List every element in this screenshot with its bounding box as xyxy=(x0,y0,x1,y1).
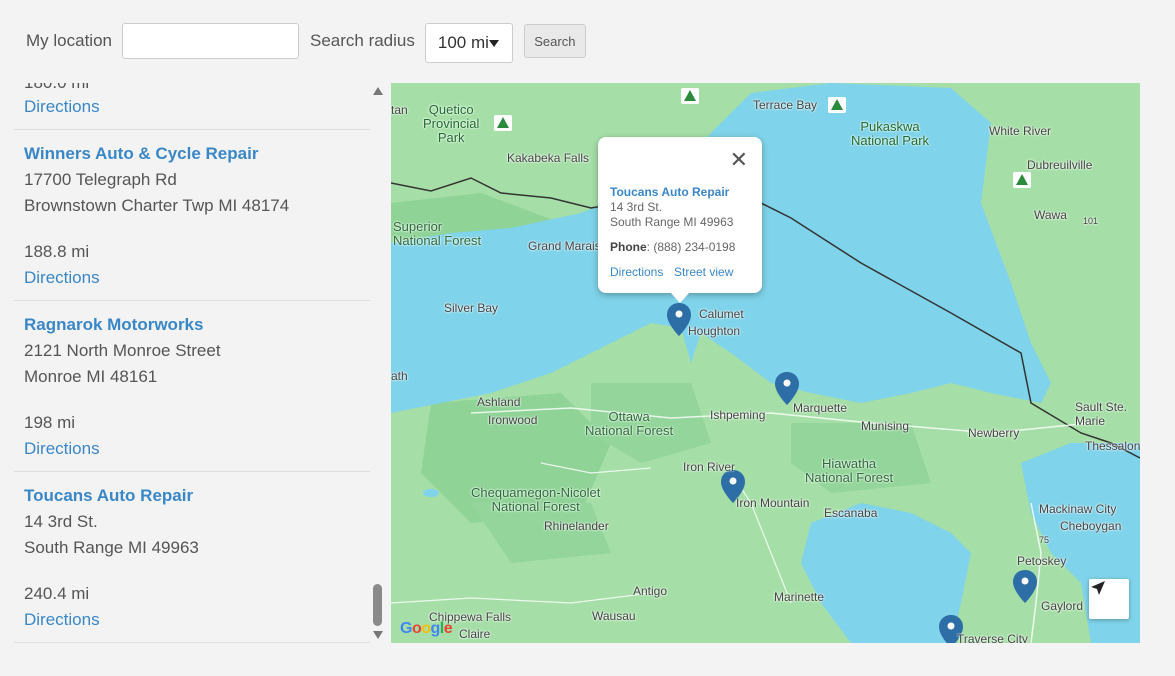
close-icon[interactable]: ✕ xyxy=(730,149,748,171)
list-item[interactable]: Toucans Auto Repair 14 3rd St. South Ran… xyxy=(14,472,370,643)
lake xyxy=(939,267,963,279)
phone-label: Phone xyxy=(610,240,647,254)
map-label: Rhinelander xyxy=(544,519,609,533)
map-label: Terrace Bay xyxy=(753,98,818,112)
store-address-line2: Monroe MI 48161 xyxy=(24,367,158,386)
map-label: Pukaskwa National Park xyxy=(851,119,930,148)
directions-link[interactable]: Directions xyxy=(24,439,100,459)
map-label: Traverse City xyxy=(957,632,1028,643)
popup-phone: Phone: (888) 234-0198 xyxy=(610,240,735,254)
search-bar: My location Search radius 100 mi Search xyxy=(14,12,1140,70)
map-label: Gaylord xyxy=(1041,599,1084,613)
map-label: Sault Ste. Marie xyxy=(1075,400,1128,428)
map-label: Thessalon xyxy=(1085,439,1140,453)
map[interactable]: tan Quetico Provincial Park Terrace Bay … xyxy=(391,83,1140,643)
store-address-line1: 17700 Telegraph Rd xyxy=(24,170,177,189)
radius-value: 100 mi xyxy=(437,33,489,52)
search-button[interactable]: Search xyxy=(523,24,586,58)
map-label: Ishpeming xyxy=(710,408,766,422)
popup-directions-link[interactable]: Directions xyxy=(610,265,663,279)
map-label: Calumet xyxy=(699,307,744,321)
map-label: Houghton xyxy=(688,324,741,338)
map-label: Petoskey xyxy=(1017,554,1067,568)
scroll-up-arrow-icon[interactable] xyxy=(373,87,383,95)
scrollbar-thumb[interactable] xyxy=(373,584,382,626)
directions-link[interactable]: Directions xyxy=(24,268,100,288)
popup-address-line1: 14 3rd St. xyxy=(610,200,663,214)
directions-link[interactable]: Directions xyxy=(24,97,100,117)
map-label: Kakabeka Falls xyxy=(507,151,590,165)
map-label: Marinette xyxy=(774,590,825,604)
map-label: Grand Marais xyxy=(528,239,601,253)
my-location-button[interactable] xyxy=(1089,579,1129,619)
map-label: White River xyxy=(989,124,1052,138)
map-label: Quetico Provincial Park xyxy=(423,102,480,145)
google-logo: Google xyxy=(400,620,453,637)
map-label: tan xyxy=(391,103,408,117)
store-distance: 198 mi xyxy=(24,413,76,432)
map-label: Wausau xyxy=(592,609,636,623)
map-label: Cheboygan xyxy=(1060,519,1122,533)
store-name[interactable]: Winners Auto & Cycle Repair xyxy=(24,144,258,164)
map-label: Silver Bay xyxy=(444,301,499,315)
scroll-down-arrow-icon[interactable] xyxy=(373,631,383,639)
store-distance: 240.4 mi xyxy=(24,584,90,603)
map-label: Dubreuilville xyxy=(1027,158,1093,172)
store-address-line1: 14 3rd St. xyxy=(24,512,98,531)
popup-street-view-link[interactable]: Street view xyxy=(674,265,733,279)
map-label: Ironwood xyxy=(488,413,538,427)
map-label: Hiawatha National Forest xyxy=(805,456,894,485)
map-label: Marquette xyxy=(793,401,848,415)
map-label: Escanaba xyxy=(824,506,878,520)
directions-link[interactable]: Directions xyxy=(24,610,100,630)
store-name[interactable]: Toucans Auto Repair xyxy=(24,486,193,506)
navigation-arrow-icon xyxy=(1091,581,1105,595)
store-name[interactable]: Ragnarok Motorworks xyxy=(24,315,203,335)
radius-label: Search radius xyxy=(309,31,415,50)
map-label: Iron River xyxy=(683,460,736,474)
map-label: Superior National Forest xyxy=(393,219,482,248)
location-input[interactable] xyxy=(121,23,299,59)
popup-store-name[interactable]: Toucans Auto Repair xyxy=(610,185,729,199)
results-list: 180.0 mi Directions Winners Auto & Cycle… xyxy=(14,83,370,643)
store-address-line2: Brownstown Charter Twp MI 48174 xyxy=(24,196,290,215)
map-label: Chequamegon-Nicolet National Forest xyxy=(471,485,601,514)
store-distance: 188.8 mi xyxy=(24,242,90,261)
radius-select[interactable]: 100 mi xyxy=(424,23,513,63)
phone-number: : (888) 234-0198 xyxy=(646,240,736,254)
map-label: Antigo xyxy=(633,584,668,598)
map-label: Ottawa National Forest xyxy=(585,409,674,438)
info-window: ✕ Toucans Auto Repair 14 3rd St. South R… xyxy=(598,137,762,303)
popup-address-line2: South Range MI 49963 xyxy=(610,215,734,229)
map-label: 75 xyxy=(1039,535,1050,545)
map-label: Newberry xyxy=(968,426,1020,440)
map-label: Mackinaw City xyxy=(1039,502,1117,516)
list-item[interactable]: Ragnarok Motorworks 2121 North Monroe St… xyxy=(14,301,370,472)
map-label: Iron Mountain xyxy=(736,496,810,510)
map-label: Ashland xyxy=(477,395,521,409)
list-scrollbar[interactable] xyxy=(371,83,385,643)
map-label: 101 xyxy=(1083,216,1099,226)
store-address-line1: 2121 North Monroe Street xyxy=(24,341,221,360)
map-label: Wawa xyxy=(1034,208,1067,222)
lake xyxy=(423,489,439,497)
road xyxy=(391,592,652,604)
map-label: Claire xyxy=(459,627,491,641)
chevron-down-icon xyxy=(488,40,499,47)
store-distance: 180.0 mi xyxy=(24,83,89,93)
map-marker-icon xyxy=(1013,570,1037,603)
list-item[interactable]: Winners Auto & Cycle Repair 17700 Telegr… xyxy=(14,130,370,301)
store-address-line2: South Range MI 49963 xyxy=(24,538,199,557)
list-item: 180.0 mi Directions xyxy=(14,83,370,130)
map-label: ath xyxy=(391,369,408,383)
location-label: My location xyxy=(26,31,112,50)
map-label: Munising xyxy=(861,419,910,433)
